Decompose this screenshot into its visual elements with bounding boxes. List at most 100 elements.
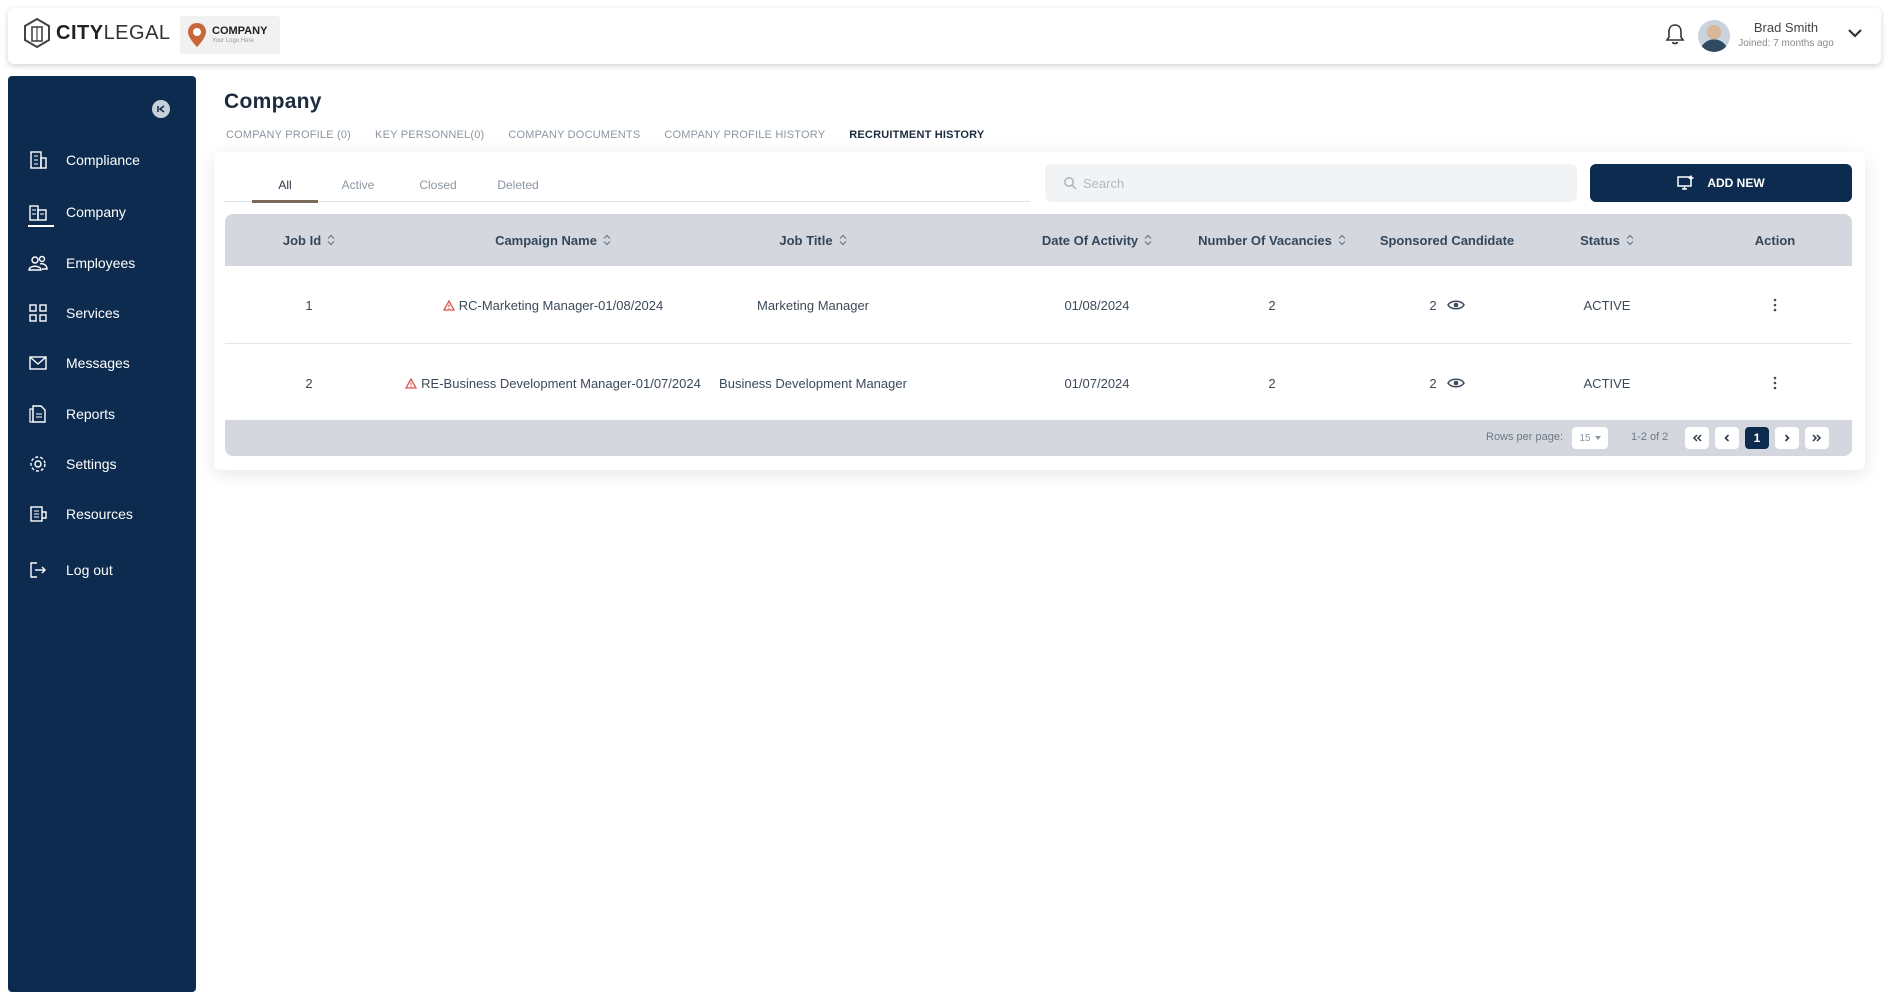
status-filter-tabs: All Active Closed Deleted — [224, 170, 1030, 203]
caret-down-icon — [1594, 436, 1601, 440]
cell-date: 01/08/2024 — [1064, 297, 1130, 313]
next-page-button[interactable] — [1775, 427, 1799, 449]
sidebar-item-label: Resources — [66, 506, 133, 522]
tab-key-personnel[interactable]: KEY PERSONNEL(0) — [363, 120, 496, 152]
company-tabs: COMPANY PROFILE (0) KEY PERSONNEL(0) COM… — [214, 120, 997, 152]
cell-campaign-name[interactable]: RC-Marketing Manager-01/08/2024 — [393, 266, 713, 344]
more-vertical-icon — [1773, 376, 1777, 390]
cell-sponsored-candidate: 2 — [1367, 266, 1527, 344]
column-job-title[interactable]: Job Title — [713, 214, 913, 266]
cell-sponsored-candidate: 2 — [1367, 344, 1527, 422]
notification-bell-icon[interactable] — [1664, 22, 1686, 46]
row-action-menu[interactable] — [1725, 344, 1825, 422]
add-new-button[interactable]: ADD NEW — [1590, 164, 1852, 202]
cell-vacancies: 2 — [1268, 375, 1276, 391]
sidebar-item-messages[interactable]: Messages — [28, 348, 130, 378]
sidebar-item-label: Settings — [66, 456, 117, 472]
search-box — [1045, 164, 1577, 202]
filter-closed[interactable]: Closed — [398, 170, 478, 201]
logout-icon — [30, 562, 46, 578]
company-logo-subtitle: Your Logo Here — [212, 38, 254, 44]
warning-icon — [442, 299, 455, 311]
sidebar-item-resources[interactable]: Resources — [28, 499, 133, 529]
sidebar-item-reports[interactable]: Reports — [28, 399, 115, 429]
company-logo-title: COMPANY — [212, 25, 268, 37]
add-new-label: ADD NEW — [1707, 176, 1765, 190]
messages-icon — [29, 356, 47, 370]
sidebar-item-employees[interactable]: Employees — [28, 248, 135, 278]
user-name[interactable]: Brad Smith — [1734, 20, 1838, 35]
city-legal-logo-icon — [24, 18, 50, 48]
reports-icon — [29, 405, 46, 423]
tab-recruitment-history[interactable]: RECRUITMENT HISTORY — [837, 120, 997, 152]
cell-job-title: Marketing Manager — [757, 297, 869, 313]
cell-campaign-name[interactable]: RE-Business Development Manager-01/07/20… — [393, 344, 713, 422]
sort-icon — [1626, 234, 1634, 246]
cell-job-id: 1 — [305, 297, 313, 313]
sidebar-item-label: Services — [66, 305, 120, 321]
previous-page-button[interactable] — [1715, 427, 1739, 449]
filter-active[interactable]: Active — [318, 170, 398, 201]
first-page-button[interactable] — [1685, 427, 1709, 449]
chevron-down-icon[interactable] — [1848, 28, 1862, 38]
column-job-id[interactable]: Job Id — [225, 214, 393, 266]
column-campaign-name[interactable]: Campaign Name — [393, 214, 713, 266]
column-sponsored-candidate: Sponsored Candidate — [1379, 232, 1515, 248]
table-row: 1 RC-Marketing Manager-01/08/2024 Market… — [225, 266, 1852, 344]
table-row: 2 RE-Business Development Manager-01/07/… — [225, 344, 1852, 422]
services-icon — [29, 304, 47, 322]
cell-job-title: Business Development Manager — [719, 375, 907, 391]
app-logo-text: CITYLEGAL — [56, 21, 171, 44]
sidebar-item-label: Compliance — [66, 152, 140, 168]
tab-company-profile[interactable]: COMPANY PROFILE (0) — [214, 120, 363, 152]
sort-icon — [1144, 234, 1152, 246]
table-header: Job Id Campaign Name Job Title Date Of A… — [225, 214, 1852, 266]
column-number-of-vacancies[interactable]: Number Of Vacancies — [1177, 214, 1367, 266]
more-vertical-icon — [1773, 298, 1777, 312]
sidebar-item-label: Employees — [66, 255, 136, 271]
sidebar-item-company[interactable]: Company — [28, 197, 126, 227]
page-title: Company — [224, 90, 322, 113]
company-logo: COMPANY Your Logo Here — [180, 16, 280, 54]
warning-icon — [405, 377, 418, 389]
cell-date: 01/07/2024 — [1064, 375, 1130, 391]
collapse-sidebar-button[interactable] — [152, 100, 170, 118]
row-action-menu[interactable] — [1725, 266, 1825, 344]
sidebar-item-services[interactable]: Services — [28, 298, 120, 328]
sidebar-item-compliance[interactable]: Compliance — [28, 145, 140, 175]
double-chevron-left-icon — [1692, 434, 1702, 442]
sidebar-item-label: Reports — [66, 406, 116, 422]
sort-icon — [839, 234, 847, 246]
sidebar-item-logout[interactable]: Log out — [28, 555, 113, 585]
filter-deleted[interactable]: Deleted — [478, 170, 558, 201]
eye-icon[interactable] — [1446, 377, 1465, 389]
resources-icon — [30, 506, 47, 522]
eye-icon[interactable] — [1446, 299, 1465, 311]
last-page-button[interactable] — [1805, 427, 1829, 449]
company-icon — [29, 205, 47, 221]
tab-company-documents[interactable]: COMPANY DOCUMENTS — [496, 120, 652, 152]
page-range: 1-2 of 2 — [1631, 431, 1669, 443]
add-screen-icon — [1677, 175, 1694, 190]
collapse-left-icon — [157, 105, 165, 113]
page-number-button[interactable]: 1 — [1745, 427, 1769, 449]
sort-icon — [1338, 234, 1346, 246]
sidebar-item-settings[interactable]: Settings — [28, 449, 117, 479]
double-chevron-right-icon — [1812, 434, 1822, 442]
search-icon — [1064, 177, 1077, 190]
avatar[interactable] — [1698, 20, 1730, 52]
search-input[interactable] — [1083, 175, 1563, 191]
sort-icon — [603, 234, 611, 246]
recruitment-history-card: All Active Closed Deleted ADD NEW Job Id… — [214, 152, 1865, 470]
sidebar-item-label: Messages — [66, 355, 130, 371]
chevron-right-icon — [1784, 434, 1790, 442]
rows-per-page-select[interactable]: 15 — [1572, 427, 1608, 449]
filter-all[interactable]: All — [252, 170, 318, 203]
status-badge: ACTIVE — [1583, 297, 1631, 313]
app-logo[interactable]: CITYLEGAL — [24, 18, 171, 48]
tab-company-profile-history[interactable]: COMPANY PROFILE HISTORY — [652, 120, 837, 152]
column-status[interactable]: Status — [1527, 214, 1687, 266]
sidebar-item-label: Company — [66, 204, 126, 220]
column-date-of-activity[interactable]: Date Of Activity — [1017, 214, 1177, 266]
top-bar: CITYLEGAL COMPANY Your Logo Here Brad Sm… — [8, 8, 1881, 64]
